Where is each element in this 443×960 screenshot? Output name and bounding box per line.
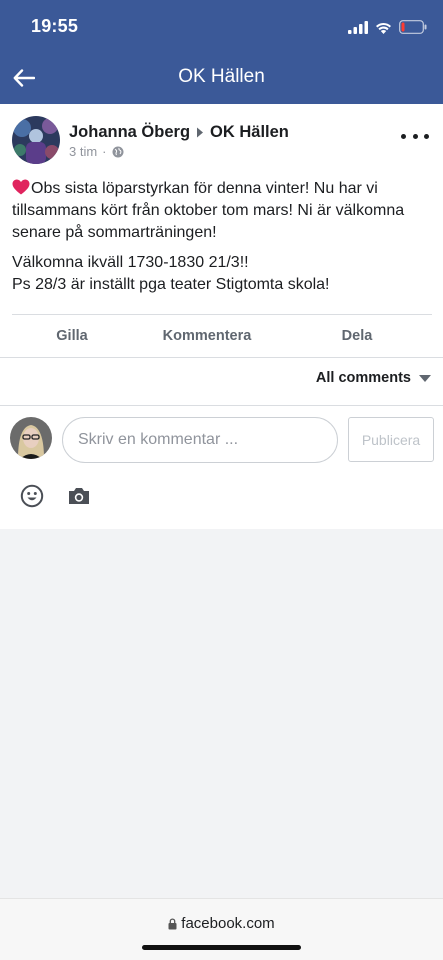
heart-icon xyxy=(12,179,30,195)
share-button[interactable]: Dela xyxy=(282,315,432,357)
emoji-button[interactable] xyxy=(20,484,44,508)
globe-icon xyxy=(112,146,124,157)
top-bar: 19:55 OK Hällen xyxy=(0,0,443,104)
url-text: facebook.com xyxy=(181,915,275,932)
dot-icon xyxy=(401,133,406,139)
publish-button[interactable]: Publicera xyxy=(348,417,434,462)
user-avatar-image xyxy=(10,417,52,459)
comment-sort-dropdown[interactable]: All comments xyxy=(316,370,431,386)
dot-icon xyxy=(412,133,418,139)
more-options-button[interactable] xyxy=(401,127,429,145)
url-bar[interactable]: facebook.com xyxy=(0,915,443,932)
lock-icon xyxy=(168,917,177,929)
post-actions: Gilla Kommentera Dela xyxy=(12,314,432,357)
like-button[interactable]: Gilla xyxy=(12,315,132,357)
caret-right-icon xyxy=(197,127,204,138)
divider xyxy=(0,405,443,406)
author-name[interactable]: Johanna Öberg xyxy=(69,123,190,142)
comment-input[interactable] xyxy=(62,417,338,463)
user-avatar xyxy=(10,417,52,459)
post-timestamp[interactable]: 3 tim xyxy=(69,144,97,159)
wifi-icon xyxy=(376,22,391,34)
post-body: Obs sista löparstyrkan för denna vinter!… xyxy=(12,178,432,304)
camera-button[interactable] xyxy=(67,486,91,506)
sort-label: All comments xyxy=(315,370,411,386)
post-paragraph-1-text: Obs sista löparstyrkan för denna vinter!… xyxy=(12,180,405,241)
camera-icon xyxy=(69,488,89,504)
post-paragraph-1: Obs sista löparstyrkan för denna vinter!… xyxy=(12,178,432,244)
status-icons xyxy=(348,18,427,36)
dot-icon xyxy=(424,133,429,139)
battery-icon xyxy=(399,20,427,34)
divider xyxy=(0,357,443,358)
home-indicator[interactable] xyxy=(142,945,301,950)
page-title: OK Hällen xyxy=(178,66,265,87)
group-name[interactable]: OK Hällen xyxy=(210,123,289,142)
author-avatar[interactable] xyxy=(12,116,60,164)
browser-bar: facebook.com xyxy=(0,898,443,960)
signal-icon xyxy=(348,20,368,34)
caret-down-icon xyxy=(419,374,431,382)
post-meta: 3 tim · xyxy=(69,144,124,159)
meta-separator: · xyxy=(102,144,107,159)
avatar-image xyxy=(12,116,60,164)
post-card: Johanna Öberg OK Hällen 3 tim · Obs sist… xyxy=(0,104,443,529)
post-paragraph-2: Välkomna ikväll 1730-1830 21/3!! Ps 28/3… xyxy=(12,254,330,293)
smiley-icon xyxy=(20,484,44,508)
comment-button[interactable]: Kommentera xyxy=(132,315,282,357)
post-header: Johanna Öberg OK Hällen xyxy=(69,123,289,142)
status-time: 19:55 xyxy=(31,16,79,36)
